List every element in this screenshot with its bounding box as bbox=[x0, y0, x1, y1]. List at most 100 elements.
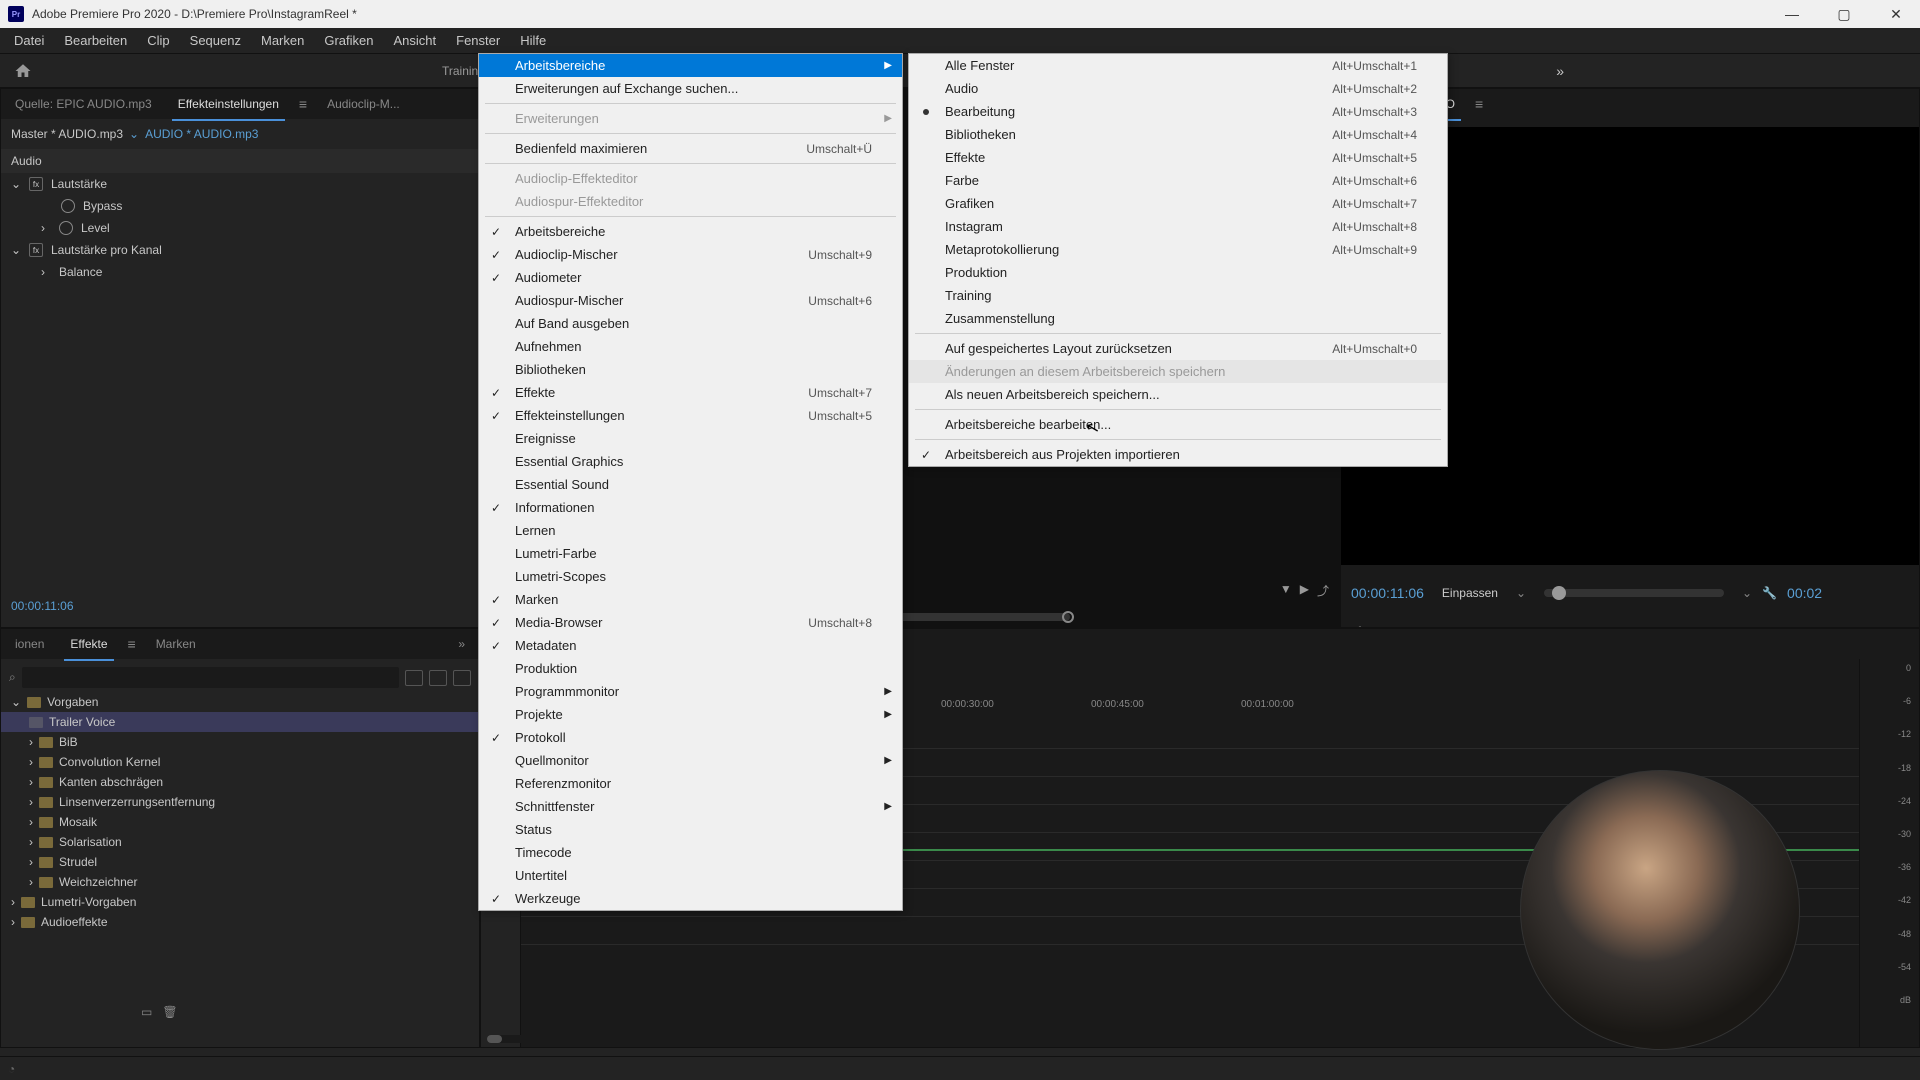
close-button[interactable]: ✕ bbox=[1880, 3, 1912, 25]
tab-effect-settings[interactable]: Effekteinstellungen bbox=[172, 93, 285, 115]
expand-icon[interactable]: ⌄ bbox=[11, 243, 21, 257]
menu-item[interactable]: ✓Audioclip-MischerUmschalt+9 bbox=[479, 243, 902, 266]
menu-item[interactable]: ✓Arbeitsbereich aus Projekten importiere… bbox=[909, 443, 1447, 466]
mark-in-icon[interactable]: { bbox=[1347, 619, 1371, 628]
menu-fenster[interactable]: Fenster bbox=[446, 30, 510, 51]
menu-item[interactable]: AudioAlt+Umschalt+2 bbox=[909, 77, 1447, 100]
menu-item[interactable]: FarbeAlt+Umschalt+6 bbox=[909, 169, 1447, 192]
expand-icon[interactable]: › bbox=[29, 775, 33, 789]
menu-item[interactable]: Status bbox=[479, 818, 902, 841]
menu-item[interactable]: BearbeitungAlt+Umschalt+3 bbox=[909, 100, 1447, 123]
panel-menu-icon[interactable]: ≡ bbox=[1475, 96, 1483, 112]
menu-item[interactable]: GrafikenAlt+Umschalt+7 bbox=[909, 192, 1447, 215]
chevron-down-icon[interactable]: ⌄ bbox=[129, 127, 139, 141]
menu-item[interactable]: BibliothekenAlt+Umschalt+4 bbox=[909, 123, 1447, 146]
source-timecode[interactable]: 00:00:11:06 bbox=[1, 591, 84, 621]
menu-item[interactable]: ✓Arbeitsbereiche bbox=[479, 220, 902, 243]
expand-icon[interactable]: › bbox=[29, 755, 33, 769]
menu-item[interactable]: Produktion bbox=[479, 657, 902, 680]
menu-item[interactable]: Produktion bbox=[909, 261, 1447, 284]
menu-item[interactable]: Alle FensterAlt+Umschalt+1 bbox=[909, 54, 1447, 77]
menu-item[interactable]: ✓Marken bbox=[479, 588, 902, 611]
expand-icon[interactable]: › bbox=[29, 835, 33, 849]
menu-ansicht[interactable]: Ansicht bbox=[383, 30, 446, 51]
menu-sequenz[interactable]: Sequenz bbox=[180, 30, 251, 51]
workspace-overflow[interactable]: » bbox=[1542, 57, 1580, 85]
play-icon[interactable]: ▶ bbox=[1300, 582, 1309, 599]
menu-item[interactable]: Auf Band ausgeben bbox=[479, 312, 902, 335]
tree-presets[interactable]: Vorgaben bbox=[47, 695, 98, 709]
tree-trailer[interactable]: Trailer Voice bbox=[49, 715, 115, 729]
expand-icon[interactable]: › bbox=[29, 815, 33, 829]
menu-item[interactable]: Bibliotheken bbox=[479, 358, 902, 381]
menu-item[interactable]: ✓Metadaten bbox=[479, 634, 902, 657]
menu-item[interactable]: Lernen bbox=[479, 519, 902, 542]
tab-ionen[interactable]: ionen bbox=[9, 633, 50, 655]
menu-item[interactable]: Schnittfenster▶ bbox=[479, 795, 902, 818]
menu-item[interactable]: Untertitel bbox=[479, 864, 902, 887]
menu-item[interactable]: Auf gespeichertes Layout zurücksetzenAlt… bbox=[909, 337, 1447, 360]
tree-solar[interactable]: Solarisation bbox=[59, 835, 122, 849]
chevron-down-icon[interactable]: ⌄ bbox=[1742, 586, 1752, 600]
tree-audiofx[interactable]: Audioeffekte bbox=[41, 915, 108, 929]
menu-item[interactable]: InstagramAlt+Umschalt+8 bbox=[909, 215, 1447, 238]
stopwatch-icon[interactable] bbox=[61, 199, 75, 213]
tab-overflow[interactable]: » bbox=[452, 633, 471, 655]
menu-item[interactable]: Timecode bbox=[479, 841, 902, 864]
menu-item[interactable]: Training bbox=[909, 284, 1447, 307]
menu-item[interactable]: Als neuen Arbeitsbereich speichern... bbox=[909, 383, 1447, 406]
menu-item[interactable]: Lumetri-Scopes bbox=[479, 565, 902, 588]
menu-item[interactable]: Zusammenstellung bbox=[909, 307, 1447, 330]
fx-badge-icon[interactable]: fx bbox=[29, 177, 43, 191]
menu-item[interactable]: ✓Informationen bbox=[479, 496, 902, 519]
tree-strudel[interactable]: Strudel bbox=[59, 855, 97, 869]
menu-item[interactable]: Essential Graphics bbox=[479, 450, 902, 473]
menu-item[interactable]: ✓EffekteUmschalt+7 bbox=[479, 381, 902, 404]
menu-item[interactable]: Arbeitsbereiche bearbeiten... bbox=[909, 413, 1447, 436]
menu-item[interactable]: Erweiterungen auf Exchange suchen... bbox=[479, 77, 902, 100]
tree-lumetri[interactable]: Lumetri-Vorgaben bbox=[41, 895, 136, 909]
tree-bib[interactable]: BiB bbox=[59, 735, 78, 749]
minimize-button[interactable]: ― bbox=[1776, 3, 1808, 25]
menu-bearbeiten[interactable]: Bearbeiten bbox=[54, 30, 137, 51]
menu-item[interactable]: EffekteAlt+Umschalt+5 bbox=[909, 146, 1447, 169]
menu-clip[interactable]: Clip bbox=[137, 30, 179, 51]
tree-mosaik[interactable]: Mosaik bbox=[59, 815, 97, 829]
menu-item[interactable]: Bedienfeld maximierenUmschalt+Ü bbox=[479, 137, 902, 160]
scrollbar-thumb[interactable] bbox=[487, 1035, 502, 1043]
menu-hilfe[interactable]: Hilfe bbox=[510, 30, 556, 51]
tree-kanten[interactable]: Kanten abschrägen bbox=[59, 775, 163, 789]
menu-item[interactable]: Aufnehmen bbox=[479, 335, 902, 358]
menu-item[interactable]: MetaprotokollierungAlt+Umschalt+9 bbox=[909, 238, 1447, 261]
program-zoom-slider[interactable] bbox=[1544, 589, 1724, 597]
step-back-icon[interactable]: ◄ bbox=[1381, 619, 1405, 628]
stopwatch-icon[interactable] bbox=[59, 221, 73, 235]
filter-box-1[interactable] bbox=[405, 670, 423, 686]
more-icon[interactable]: » bbox=[1855, 619, 1879, 628]
program-fit-dropdown[interactable]: Einpassen bbox=[1434, 584, 1506, 602]
expand-icon[interactable]: › bbox=[41, 265, 51, 279]
export-icon[interactable]: ⤴ bbox=[1317, 582, 1329, 599]
maximize-button[interactable]: ▢ bbox=[1828, 3, 1860, 25]
expand-icon[interactable]: › bbox=[29, 735, 33, 749]
chevron-down-icon[interactable]: ⌄ bbox=[1516, 586, 1526, 600]
tree-weich[interactable]: Weichzeichner bbox=[59, 875, 137, 889]
filter-box-3[interactable] bbox=[453, 670, 471, 686]
menu-item[interactable]: Ereignisse bbox=[479, 427, 902, 450]
tab-source[interactable]: Quelle: EPIC AUDIO.mp3 bbox=[9, 93, 158, 115]
expand-icon[interactable]: › bbox=[11, 915, 15, 929]
expand-icon[interactable]: ⌄ bbox=[11, 695, 21, 709]
menu-item[interactable]: Projekte▶ bbox=[479, 703, 902, 726]
menu-item[interactable]: Essential Sound bbox=[479, 473, 902, 496]
trash-icon[interactable]: 🗑 bbox=[162, 1005, 177, 1019]
new-bin-icon[interactable]: ▭ bbox=[141, 1005, 152, 1019]
filter-box-2[interactable] bbox=[429, 670, 447, 686]
menu-item[interactable]: Quellmonitor▶ bbox=[479, 749, 902, 772]
menu-grafiken[interactable]: Grafiken bbox=[314, 30, 383, 51]
menu-item[interactable]: Arbeitsbereiche▶ bbox=[479, 54, 902, 77]
menu-item[interactable]: Referenzmonitor bbox=[479, 772, 902, 795]
tab-audioclip[interactable]: Audioclip-M... bbox=[321, 93, 406, 115]
tab-effekte[interactable]: Effekte bbox=[64, 633, 113, 655]
menu-item[interactable]: Programmmonitor▶ bbox=[479, 680, 902, 703]
slider-handle[interactable] bbox=[1552, 586, 1566, 600]
